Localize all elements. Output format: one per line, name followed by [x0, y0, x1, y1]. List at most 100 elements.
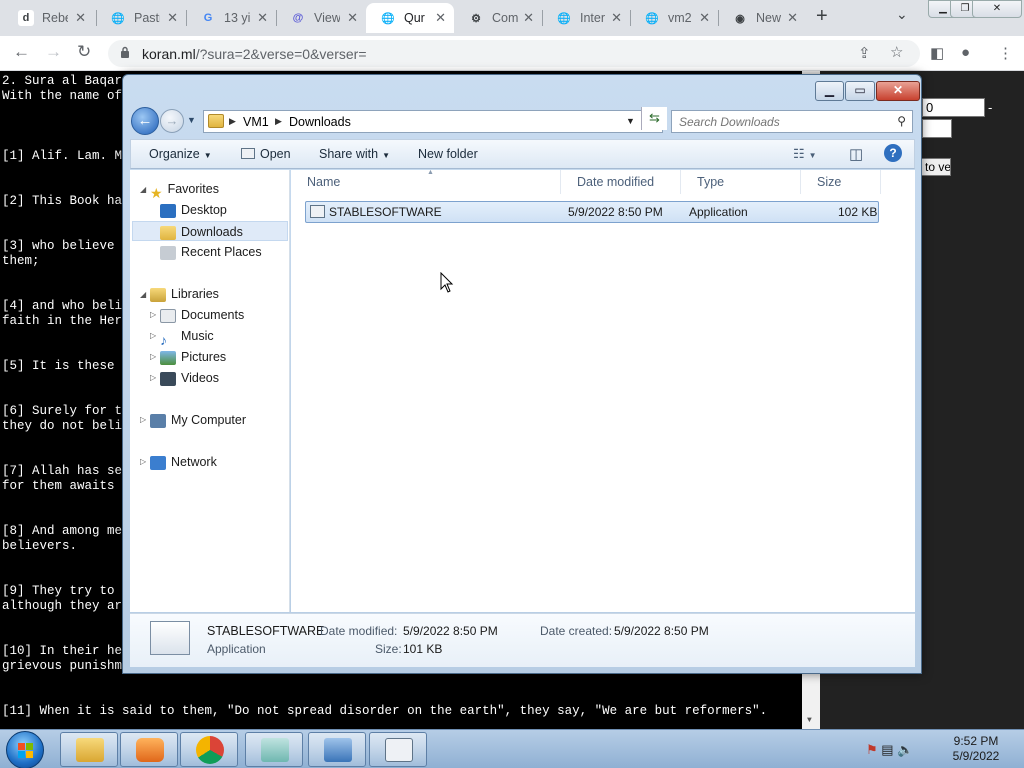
reload-icon[interactable]: ↻ — [77, 42, 91, 62]
address-bar[interactable]: koran.ml/?sura=2&verse=0&verser= ⇪ ☆ — [108, 40, 920, 67]
taskbar-control-panel[interactable] — [308, 732, 366, 767]
start-button[interactable] — [6, 731, 44, 768]
share-with-button[interactable]: Share with ▼ — [319, 147, 390, 161]
nav-desktop-label: Desktop — [181, 203, 227, 217]
close-tab-icon[interactable]: ✕ — [611, 10, 622, 26]
scroll-down-arrow-icon[interactable]: ▼ — [807, 716, 812, 725]
taskbar-clock[interactable]: 9:52 PM 5/9/2022 — [944, 734, 1008, 764]
tab-google[interactable]: G 13 yi ✕ — [186, 3, 276, 33]
nav-network-label: Network — [171, 455, 217, 469]
address-dropdown-icon[interactable]: ▼ — [626, 116, 635, 126]
expand-arrow-icon[interactable]: ▷ — [150, 352, 156, 361]
menu-kebab-icon[interactable]: ⋮ — [998, 44, 1013, 62]
nav-libraries[interactable]: Libraries — [150, 284, 219, 304]
breadcrumb-downloads[interactable]: Downloads — [289, 115, 351, 129]
nav-favorites[interactable]: ★ Favorites — [150, 179, 219, 201]
recent-pages-dropdown-icon[interactable]: ▼ — [187, 115, 196, 125]
column-header-type[interactable]: Type — [681, 170, 801, 194]
help-icon[interactable]: ? — [884, 144, 902, 162]
tab-label: New — [756, 11, 782, 25]
back-arrow-icon[interactable]: ← — [13, 42, 30, 62]
side-panel-icon[interactable]: ◧ — [930, 44, 944, 62]
expand-arrow-icon[interactable]: ▷ — [140, 415, 146, 424]
taskbar-media-player[interactable] — [120, 732, 178, 767]
close-tab-icon[interactable]: ✕ — [347, 10, 358, 26]
tab-label: Inter — [580, 11, 606, 25]
close-tab-icon[interactable]: ✕ — [75, 10, 86, 26]
verse-end-input[interactable] — [922, 119, 952, 138]
close-tab-icon[interactable]: ✕ — [523, 10, 534, 26]
windows-taskbar: ⚑ ▤ 🔈 9:52 PM 5/9/2022 — [0, 729, 1024, 768]
media-player-icon — [136, 738, 164, 762]
tab-quran[interactable]: 🌐 Qur ✕ — [366, 3, 454, 33]
verse-text: [1] Alif. Lam. Mi — [2, 149, 130, 163]
tab-paste[interactable]: 🌐 Pastr ✕ — [96, 3, 186, 33]
column-header-name[interactable]: Name ▲ — [291, 169, 561, 194]
taskbar-application[interactable] — [369, 732, 427, 767]
breadcrumb-arrow-icon[interactable]: ▶ — [275, 116, 282, 127]
explorer-minimize-button[interactable]: ▁ — [815, 81, 844, 101]
taskbar-explorer[interactable] — [60, 732, 118, 767]
forward-arrow-icon[interactable]: → — [160, 109, 184, 133]
nav-desktop[interactable]: Desktop — [160, 200, 227, 220]
network-tray-icon[interactable]: ▤ — [881, 742, 893, 757]
file-row-stablesoftware[interactable]: STABLESOFTWARE 5/9/2022 8:50 PM Applicat… — [305, 201, 879, 223]
action-center-flag-icon[interactable]: ⚑ — [866, 742, 878, 757]
tab-view[interactable]: @ View ✕ — [276, 3, 366, 33]
share-icon[interactable]: ⇪ — [858, 44, 871, 62]
expand-arrow-icon[interactable]: ▷ — [150, 373, 156, 382]
nav-documents[interactable]: Documents — [160, 305, 244, 325]
close-tab-icon[interactable]: ✕ — [257, 10, 268, 26]
close-tab-icon[interactable]: ✕ — [787, 10, 798, 26]
profile-avatar-icon[interactable]: ● — [961, 44, 970, 61]
back-arrow-icon[interactable]: ← — [131, 107, 159, 135]
new-folder-button[interactable]: New folder — [418, 147, 478, 161]
search-box[interactable]: ⚲ — [671, 110, 913, 133]
explorer-address-bar[interactable]: ▶ VM1 ▶ Downloads ▼ — [203, 110, 663, 133]
column-header-date[interactable]: Date modified — [561, 170, 681, 194]
volume-icon[interactable]: 🔈 — [897, 742, 913, 757]
open-button[interactable]: Open — [241, 147, 291, 161]
view-options-icon[interactable]: ☷ ▼ — [793, 146, 817, 162]
lock-icon[interactable] — [120, 46, 130, 58]
preview-pane-icon[interactable]: ◫ — [849, 145, 863, 163]
column-header-size[interactable]: Size — [801, 170, 881, 194]
search-icon[interactable]: ⚲ — [897, 114, 906, 128]
tab-rebe[interactable]: d Rebe ✕ — [4, 3, 94, 33]
explorer-maximize-button[interactable]: ▭ — [845, 81, 875, 101]
expand-arrow-icon[interactable]: ◢ — [140, 290, 146, 299]
explorer-close-button[interactable]: ✕ — [876, 81, 920, 101]
close-tab-icon[interactable]: ✕ — [167, 10, 178, 26]
taskbar-notepad[interactable] — [245, 732, 303, 767]
new-tab-plus-icon[interactable]: + — [816, 5, 828, 28]
window-close-button[interactable]: ✕ — [972, 0, 1022, 18]
expand-arrow-icon[interactable]: ▷ — [150, 310, 156, 319]
taskbar-chrome[interactable] — [180, 732, 238, 767]
expand-arrow-icon[interactable]: ▷ — [150, 331, 156, 340]
forward-arrow-icon[interactable]: → — [45, 42, 62, 62]
tab-new[interactable]: ◉ New ✕ — [718, 3, 806, 33]
nav-pictures[interactable]: Pictures — [160, 347, 226, 367]
tab-com[interactable]: ⚙ Com ✕ — [454, 3, 542, 33]
refresh-icon[interactable]: ⇆ — [641, 107, 667, 130]
breadcrumb-arrow-icon[interactable]: ▶ — [229, 116, 236, 127]
expand-arrow-icon[interactable]: ▷ — [140, 457, 146, 466]
tab-search-chevron-icon[interactable]: ⌄ — [896, 6, 908, 23]
bookmark-star-icon[interactable]: ☆ — [890, 43, 903, 61]
organize-button[interactable]: Organize ▼ — [149, 147, 212, 161]
expand-arrow-icon[interactable]: ◢ — [140, 185, 146, 194]
nav-videos[interactable]: Videos — [160, 368, 219, 388]
nav-recent-places[interactable]: Recent Places — [160, 242, 262, 262]
nav-downloads[interactable]: Downloads — [132, 221, 288, 241]
tab-vm2[interactable]: 🌐 vm2 ✕ — [630, 3, 718, 33]
close-tab-icon[interactable]: ✕ — [699, 10, 710, 26]
nav-music[interactable]: ♪ Music — [160, 326, 214, 348]
search-input[interactable] — [672, 111, 882, 132]
tab-inter[interactable]: 🌐 Inter ✕ — [542, 3, 630, 33]
nav-my-computer[interactable]: My Computer — [150, 410, 246, 430]
breadcrumb-vm1[interactable]: VM1 — [243, 115, 269, 129]
close-tab-icon[interactable]: ✕ — [435, 10, 446, 26]
nav-network[interactable]: Network — [150, 452, 217, 472]
go-to-verse-button[interactable]: to ve — [920, 158, 951, 176]
verse-number-input[interactable] — [922, 98, 985, 117]
